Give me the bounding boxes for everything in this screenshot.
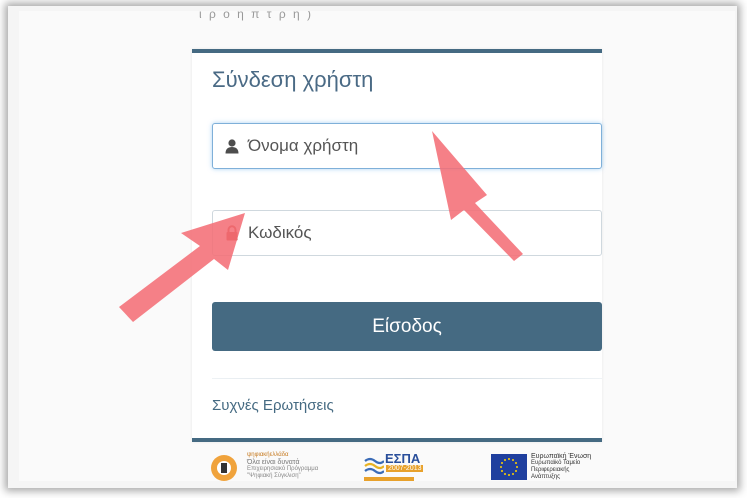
espa-logo: ΕΣΠΑ 2007-2013 <box>364 451 434 481</box>
user-icon <box>225 139 239 154</box>
eu-flag-icon <box>491 454 527 480</box>
digital-greece-logo: ψηφιακήελλάδα Όλα είναι δυνατά Επιχειρησ… <box>209 451 339 481</box>
logo1-program: Επιχειρησιακό Πρόγραμμα <box>247 466 319 472</box>
eu-fund-line2: Περιφερειακής <box>531 467 570 473</box>
lock-icon <box>226 225 238 241</box>
login-button[interactable]: Είσοδος <box>212 302 602 351</box>
password-field[interactable]: Κωδικός <box>212 210 602 256</box>
eu-fund: Ευρωπαϊκό Ταμείο <box>531 460 581 466</box>
login-title: Σύνδεση χρήστη <box>212 67 374 92</box>
username-placeholder: Όνομα χρήστη <box>248 136 359 155</box>
eu-logo: Ευρωπαϊκή Ένωση Ευρωπαϊκό Ταμείο Περιφερ… <box>491 451 611 481</box>
login-panel: Σύνδεση χρήστη Όνομα χρήστη Κωδικός Είσο… <box>192 49 602 442</box>
logo1-name: ψηφιακήελλάδα <box>247 452 289 458</box>
espa-title: ΕΣΠΑ <box>385 451 421 466</box>
espa-years: 2007-2013 <box>386 465 424 472</box>
password-placeholder: Κωδικός <box>248 223 312 242</box>
espa-waves-icon <box>364 457 384 475</box>
logo1-program-name: "Ψηφιακή Σύγκλιση" <box>247 473 301 479</box>
screenshot-frame: ι ρ ο η π τ ρ ή ) Σύνδεση χρήστη Όνομα χ… <box>8 6 737 488</box>
divider <box>212 378 602 379</box>
username-field[interactable]: Όνομα χρήστη <box>212 123 602 169</box>
logo1-slogan: Όλα είναι δυνατά <box>247 459 300 466</box>
page-viewport: ι ρ ο η π τ ρ ή ) Σύνδεση χρήστη Όνομα χ… <box>19 11 735 481</box>
faq-link[interactable]: Συχνές Ερωτήσεις <box>212 397 334 414</box>
cut-off-text: ι ρ ο η π τ ρ ή ) <box>199 11 314 21</box>
eu-name: Ευρωπαϊκή Ένωση <box>531 453 592 460</box>
espa-band <box>364 477 414 481</box>
eu-fund-line3: Ανάπτυξης <box>531 474 561 480</box>
